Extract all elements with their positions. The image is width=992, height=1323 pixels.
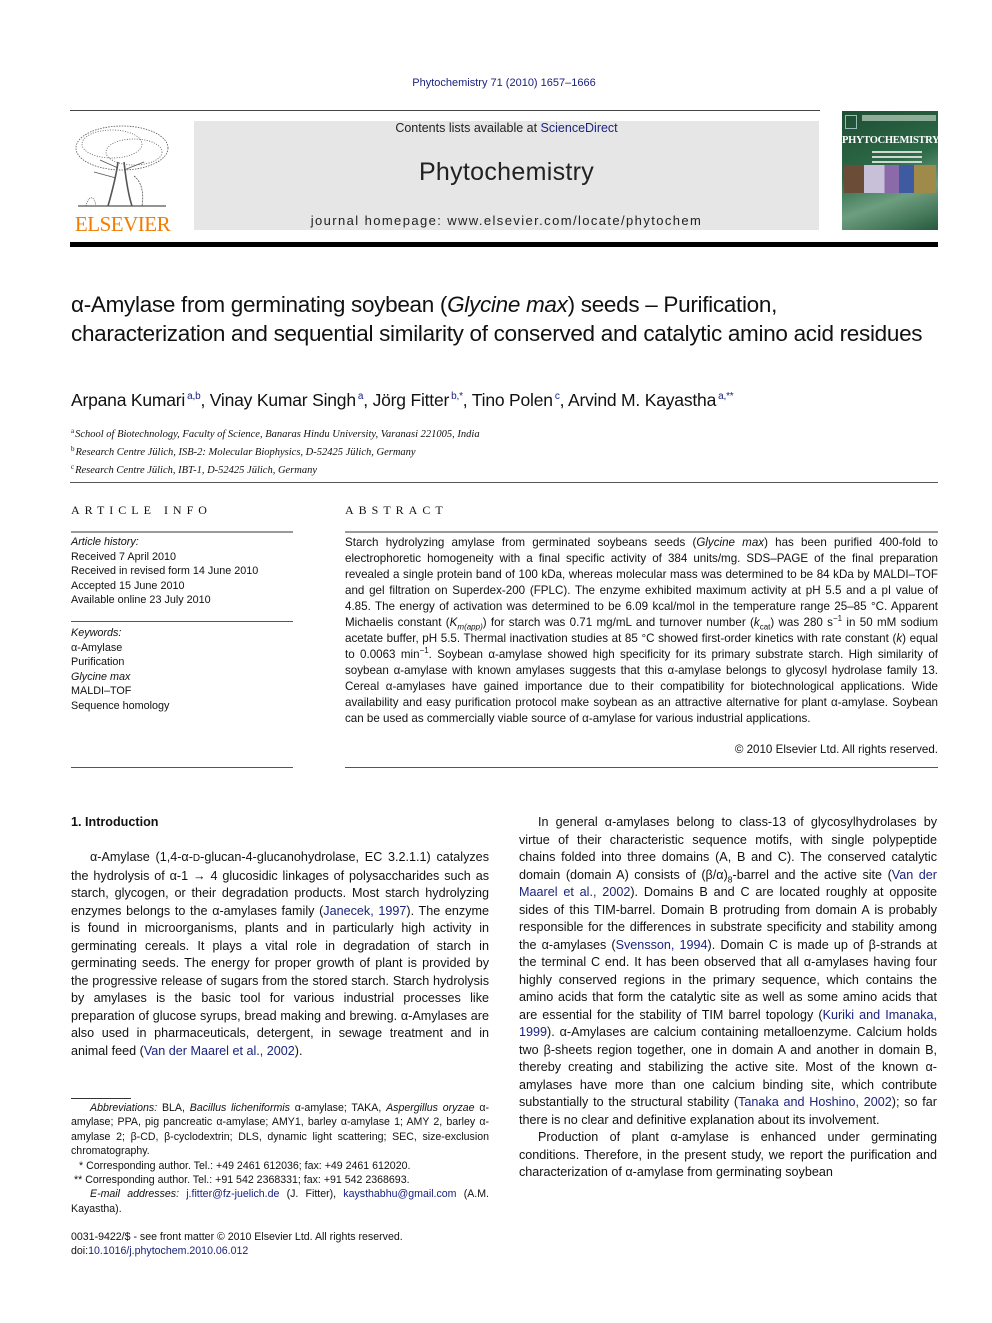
author-separator: , bbox=[200, 390, 210, 410]
info-rule bbox=[71, 621, 293, 622]
email-link-fitter[interactable]: j.fitter@fz-juelich.de bbox=[186, 1188, 279, 1200]
abbreviations-footnote: Abbreviations: BLA, Bacillus licheniform… bbox=[71, 1102, 489, 1158]
cover-subtitle-line bbox=[872, 161, 922, 163]
intro-paragraph-3: Production of plant α-amylase is enhance… bbox=[519, 1130, 937, 1179]
cover-elsevier-icon bbox=[845, 115, 857, 129]
corresponding-author-2: ** Corresponding author. Tel.: +91 542 2… bbox=[74, 1174, 410, 1187]
doi-link[interactable]: 10.1016/j.phytochem.2010.06.012 bbox=[88, 1245, 248, 1257]
issn-line: 0031-9422/$ - see front matter © 2010 El… bbox=[71, 1231, 403, 1243]
sciencedirect-link[interactable]: ScienceDirect bbox=[541, 121, 618, 135]
email-footnote: E-mail addresses: j.fitter@fz-juelich.de… bbox=[71, 1188, 489, 1215]
article-history: Article history: Received 7 April 2010 R… bbox=[71, 535, 293, 608]
author-name[interactable]: Arpana Kumari bbox=[71, 390, 185, 410]
history-online: Available online 23 July 2010 bbox=[71, 594, 211, 606]
affiliation-b: bResearch Centre Jülich, ISB-2: Molecula… bbox=[71, 445, 416, 458]
info-rule bbox=[71, 531, 293, 533]
elsevier-logo[interactable]: ELSEVIER bbox=[70, 118, 175, 236]
intro-paragraph-1: α-Amylase (1,4-α-D-glucan-4-glucanohydro… bbox=[71, 850, 489, 1058]
reference-link[interactable]: Tanaka and Hoshino, 2002 bbox=[738, 1095, 892, 1109]
keyword: Purification bbox=[71, 656, 125, 668]
affiliation-a: aSchool of Biotechnology, Faculty of Sci… bbox=[71, 427, 480, 440]
info-rule bbox=[71, 767, 293, 768]
author-separator: , bbox=[363, 390, 373, 410]
keyword: Sequence homology bbox=[71, 699, 170, 712]
title-text: α-Amylase from germinating soybean ( bbox=[71, 292, 448, 317]
journal-citation-link[interactable]: Phytochemistry 71 (2010) 1657–1666 bbox=[0, 77, 992, 89]
affiliation-c: cResearch Centre Jülich, IBT-1, D-52425 … bbox=[71, 463, 318, 476]
author-list: Arpana Kumari a,b, Vinay Kumar Singh a, Jö… bbox=[71, 390, 931, 411]
corresponding-author-1: * Corresponding author. Tel.: +49 2461 6… bbox=[79, 1159, 411, 1172]
journal-cover-thumbnail[interactable]: PHYTOCHEMISTRY bbox=[842, 111, 940, 230]
author-name[interactable]: Vinay Kumar Singh bbox=[210, 390, 356, 410]
intro-paragraph-2: In general α-amylases belong to class-13… bbox=[519, 815, 937, 1127]
front-matter: 0031-9422/$ - see front matter © 2010 El… bbox=[71, 1230, 489, 1259]
affiliations: aSchool of Biotechnology, Faculty of Sci… bbox=[71, 424, 771, 478]
abstract-rule bbox=[345, 531, 938, 533]
cover-subtitle-line bbox=[872, 151, 922, 153]
introduction-heading: 1. Introduction bbox=[71, 815, 159, 829]
section-rule bbox=[70, 482, 938, 483]
history-label: Article history: bbox=[71, 536, 139, 548]
author-name[interactable]: Jörg Fitter bbox=[373, 390, 450, 410]
history-received: Received 7 April 2010 bbox=[71, 550, 177, 563]
abstract-text: Starch hydrolyzing amylase from germinat… bbox=[345, 536, 939, 725]
abstract-rule bbox=[345, 767, 938, 768]
reference-link[interactable]: Svensson, 1994 bbox=[616, 938, 708, 952]
author-separator: , bbox=[462, 390, 472, 410]
cover-image-strip bbox=[844, 165, 936, 193]
abstract-heading: ABSTRACT bbox=[345, 503, 448, 517]
header-rule bbox=[70, 110, 820, 111]
elsevier-wordmark: ELSEVIER bbox=[74, 212, 171, 236]
journal-name: Phytochemistry bbox=[418, 158, 595, 186]
reference-link[interactable]: Janecek, 1997 bbox=[323, 904, 406, 918]
body-column-right: In general α-amylases belong to class-13… bbox=[519, 814, 937, 1182]
history-revised: Received in revised form 14 June 2010 bbox=[71, 565, 259, 577]
body-column-left: α-Amylase (1,4-α-D-glucan-4-glucanohydro… bbox=[71, 849, 489, 1060]
title-species: Glycine max bbox=[447, 292, 568, 317]
reference-link[interactable]: Van der Maarel et al., 2002 bbox=[144, 1044, 295, 1058]
cover-top-bar bbox=[862, 115, 936, 121]
abstract-copyright: © 2010 Elsevier Ltd. All rights reserved… bbox=[734, 743, 938, 756]
contents-prefix: Contents lists available at bbox=[395, 121, 541, 135]
journal-homepage[interactable]: journal homepage: www.elsevier.com/locat… bbox=[194, 213, 819, 228]
keywords-label: Keywords: bbox=[71, 627, 122, 639]
footnote-rule bbox=[71, 1098, 131, 1099]
author-affiliation-mark[interactable]: b,* bbox=[451, 391, 463, 402]
author-separator: , bbox=[559, 390, 568, 410]
email-link-kayastha[interactable]: kaysthabhu@gmail.com bbox=[343, 1188, 456, 1200]
masthead-thick-rule bbox=[70, 242, 938, 247]
article-info-heading: ARTICLE INFO bbox=[71, 503, 212, 517]
keyword: Glycine max bbox=[71, 670, 131, 683]
doi-line: doi:10.1016/j.phytochem.2010.06.012 bbox=[71, 1245, 249, 1258]
author-affiliation-mark[interactable]: a,** bbox=[718, 391, 734, 402]
footnotes: Abbreviations: BLA, Bacillus licheniform… bbox=[71, 1101, 489, 1216]
keywords: Keywords: α-Amylase Purification Glycine… bbox=[71, 626, 293, 713]
author-name[interactable]: Arvind M. Kayastha bbox=[568, 390, 716, 410]
history-accepted: Accepted 15 June 2010 bbox=[71, 579, 185, 592]
cover-subtitle-line bbox=[872, 156, 922, 158]
elsevier-tree-icon bbox=[75, 125, 169, 207]
author-affiliation-mark[interactable]: a,b bbox=[187, 391, 201, 402]
author-name[interactable]: Tino Polen bbox=[472, 390, 553, 410]
contents-line: Contents lists available at ScienceDirec… bbox=[194, 121, 819, 135]
cover-title: PHYTOCHEMISTRY bbox=[842, 135, 940, 146]
article-title: α-Amylase from germinating soybean (Glyc… bbox=[71, 290, 931, 348]
keyword: MALDI–TOF bbox=[71, 685, 132, 697]
keyword: α-Amylase bbox=[71, 641, 123, 654]
